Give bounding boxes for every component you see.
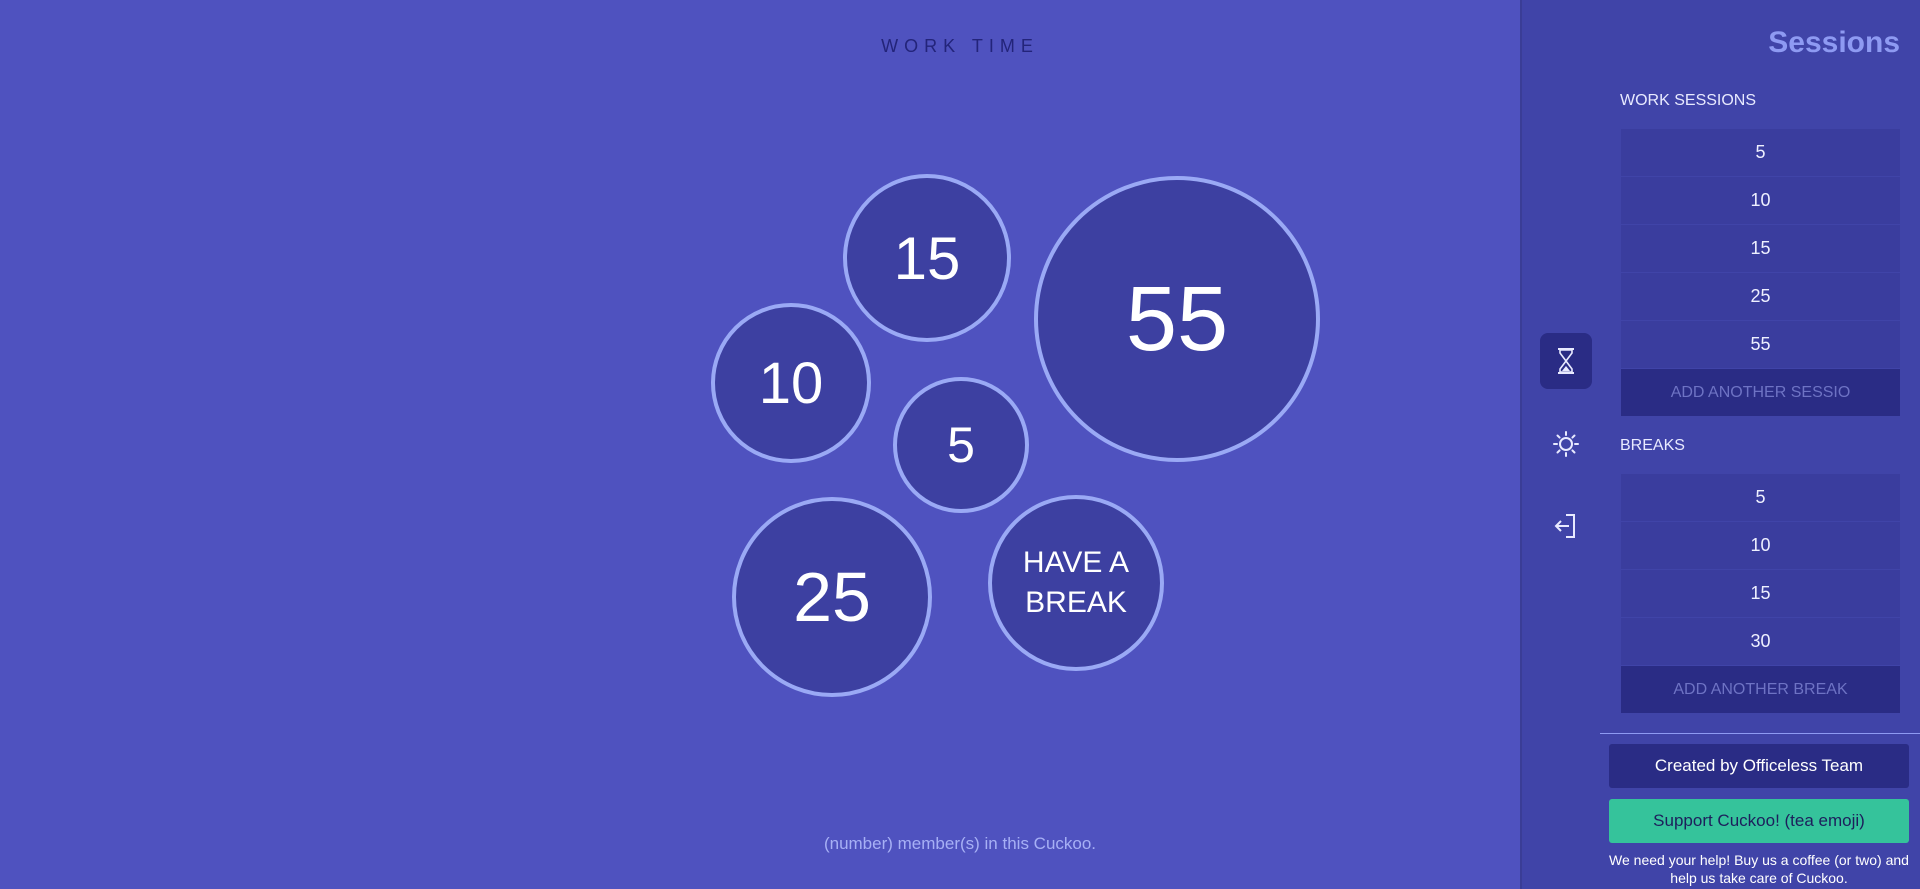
- breaks-label: BREAKS: [1620, 437, 1685, 454]
- work-session-item[interactable]: 15: [1621, 225, 1900, 272]
- main-area: WORK TIME 15 55 10 5 25 HAVE A BREAK (nu…: [0, 0, 1520, 889]
- work-session-bubble-10[interactable]: 10: [711, 303, 871, 463]
- divider: [1600, 733, 1920, 734]
- work-session-bubble-5[interactable]: 5: [893, 377, 1029, 513]
- work-session-bubble-25[interactable]: 25: [732, 497, 932, 697]
- exit-icon: [1554, 514, 1575, 538]
- work-session-item[interactable]: 5: [1621, 129, 1900, 176]
- sessions-nav-button[interactable]: [1540, 333, 1592, 389]
- credits-button[interactable]: Created by Officeless Team: [1609, 744, 1909, 788]
- sun-icon: [1553, 431, 1579, 457]
- break-item[interactable]: 15: [1621, 570, 1900, 617]
- help-text: We need your help! Buy us a coffee (or t…: [1609, 852, 1909, 886]
- work-session-item[interactable]: 25: [1621, 273, 1900, 320]
- break-item[interactable]: 5: [1621, 474, 1900, 521]
- work-sessions-label: WORK SESSIONS: [1620, 92, 1757, 109]
- work-session-item[interactable]: 10: [1621, 177, 1900, 224]
- settings-nav-button[interactable]: [1540, 416, 1592, 472]
- support-button[interactable]: Support Cuckoo! (tea emoji): [1609, 799, 1909, 843]
- sessions-sidebar: Sessions WORK SESSIONS 5 10 15 25 55 ADD…: [1520, 0, 1920, 889]
- sessions-title: Sessions: [1768, 26, 1900, 59]
- have-a-break-bubble[interactable]: HAVE A BREAK: [988, 495, 1164, 671]
- work-session-bubble-55[interactable]: 55: [1034, 176, 1320, 462]
- break-item[interactable]: 30: [1621, 618, 1900, 665]
- breaks-list: 5 10 15 30 ADD ANOTHER BREAK: [1621, 474, 1900, 713]
- exit-nav-button[interactable]: [1540, 498, 1592, 554]
- work-sessions-list: 5 10 15 25 55 ADD ANOTHER SESSIO: [1621, 129, 1900, 416]
- work-session-bubble-15[interactable]: 15: [843, 174, 1011, 342]
- hourglass-icon: [1558, 348, 1574, 374]
- break-item[interactable]: 10: [1621, 522, 1900, 569]
- add-break-input[interactable]: ADD ANOTHER BREAK: [1621, 666, 1900, 713]
- add-session-input[interactable]: ADD ANOTHER SESSIO: [1621, 369, 1900, 416]
- work-session-item[interactable]: 55: [1621, 321, 1900, 368]
